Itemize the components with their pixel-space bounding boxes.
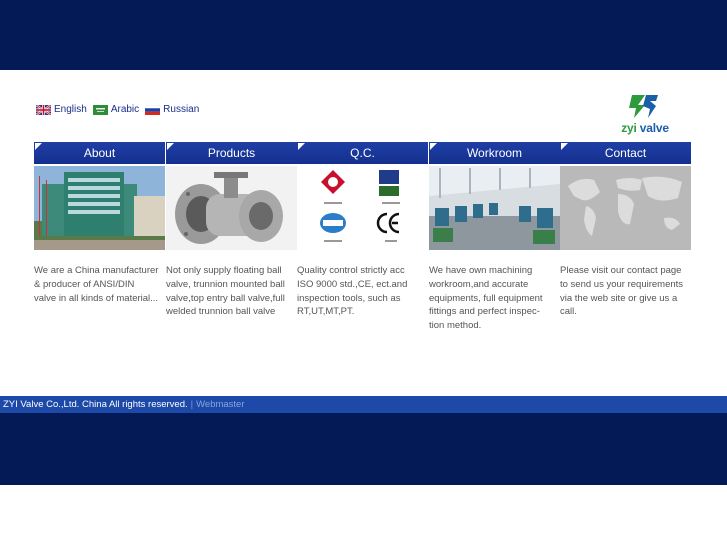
- factory-building-photo[interactable]: [34, 166, 165, 250]
- tab-qc[interactable]: Q.C.: [297, 142, 428, 164]
- logo-prefix: zyi: [621, 121, 637, 135]
- company-logo[interactable]: zyi valve: [612, 92, 678, 138]
- products-description: Not only supply floating ball valve, tru…: [166, 265, 285, 318]
- logo-wordmark: zyi valve: [612, 121, 678, 135]
- top-banner: [0, 0, 727, 70]
- logo-suffix: valve: [639, 121, 669, 135]
- language-label: English: [54, 104, 87, 115]
- workroom-column: Workroom We have own machining workroom,…: [429, 142, 560, 333]
- language-label: Arabic: [110, 104, 140, 115]
- qc-description: Quality control strictly acc ISO 9000 st…: [297, 265, 408, 318]
- contact-description: Please visit our contact page to send us…: [560, 265, 684, 318]
- logo-mark-icon: [629, 95, 658, 118]
- world-map[interactable]: [560, 166, 691, 250]
- saudi-flag-icon: [92, 104, 108, 115]
- tab-contact[interactable]: Contact: [560, 142, 691, 164]
- certification-logos[interactable]: [297, 166, 428, 250]
- uk-flag-icon: [36, 104, 51, 115]
- tab-about[interactable]: About: [34, 142, 165, 164]
- iso9001-logo-icon: [320, 213, 346, 233]
- dnv-logo-icon: [379, 170, 399, 196]
- workroom-description: We have own machining workroom,and accur…: [429, 265, 543, 332]
- products-column: Products Not only supply floating ball v…: [166, 142, 297, 319]
- about-description: We are a China manufacturer & producer o…: [34, 265, 159, 304]
- bottom-banner: [0, 413, 727, 485]
- language-selector: English Arabic Russian: [36, 104, 205, 115]
- workshop-photo[interactable]: [429, 166, 560, 250]
- russia-flag-icon: [145, 104, 161, 115]
- tab-products[interactable]: Products: [166, 142, 297, 164]
- copyright-text: ZYI Valve Co.,Ltd. China All rights rese…: [3, 399, 188, 410]
- tab-workroom[interactable]: Workroom: [429, 142, 560, 164]
- webmaster-link[interactable]: Webmaster: [196, 399, 244, 410]
- footer-bar: ZYI Valve Co.,Ltd. China All rights rese…: [0, 396, 727, 413]
- language-english-link[interactable]: English: [36, 104, 87, 115]
- qc-column: Q.C. Quality control strictly acc ISO 90…: [297, 142, 428, 319]
- ball-valve-photo[interactable]: [166, 166, 297, 250]
- language-russian-link[interactable]: Russian: [145, 104, 199, 115]
- language-label: Russian: [163, 104, 200, 115]
- about-column: About We are a China manufacturer & prod…: [34, 142, 165, 305]
- footer-separator: |: [190, 399, 194, 410]
- language-arabic-link[interactable]: Arabic: [92, 104, 140, 115]
- contact-column: Contact Please visit our contact page to…: [560, 142, 691, 319]
